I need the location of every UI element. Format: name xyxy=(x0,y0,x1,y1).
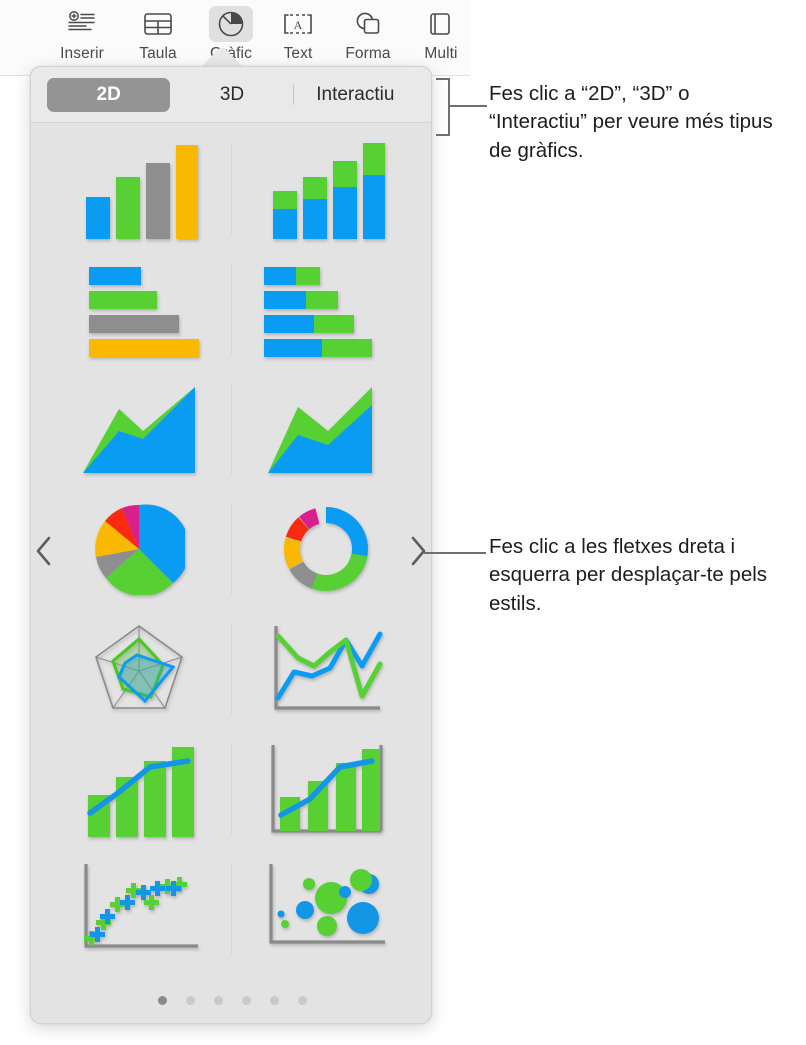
chart-option-line-chart[interactable] xyxy=(232,609,419,729)
next-styles-arrow[interactable] xyxy=(400,528,436,574)
toolbar-item-media[interactable]: Multi xyxy=(405,4,477,74)
callout-arrows-text: Fes clic a les fletxes dreta i esquerra … xyxy=(489,535,768,615)
tab-2d[interactable]: 2D xyxy=(47,77,171,112)
dual-axis-chart-thumb xyxy=(270,745,383,833)
chart-option-column-chart[interactable] xyxy=(45,129,232,249)
tab-3d-label: 3D xyxy=(219,83,245,105)
media-icon xyxy=(419,6,463,42)
chart-option-dual-axis-chart[interactable] xyxy=(232,729,419,849)
tab-interactive-label: Interactiu xyxy=(316,83,395,105)
toolbar-item-label: Inserir xyxy=(60,45,104,62)
toolbar-item-label: Multi xyxy=(424,45,458,62)
chart-grid-row xyxy=(45,609,419,729)
toolbar-item-chart[interactable]: Gràfic xyxy=(195,4,267,74)
chart-option-bubble-chart[interactable] xyxy=(232,849,419,969)
chart-option-combo-chart[interactable] xyxy=(45,729,232,849)
page-dot[interactable] xyxy=(241,996,251,1005)
combo-chart-thumb xyxy=(86,747,194,837)
chart-grid-row xyxy=(45,729,419,849)
page-dot[interactable] xyxy=(157,996,167,1005)
tab-2d-label: 2D xyxy=(96,83,121,105)
chart-option-scatter-chart[interactable] xyxy=(45,849,232,969)
chevron-right-icon xyxy=(411,536,426,566)
stacked-bar-chart-thumb xyxy=(263,267,372,357)
tab-interactive[interactable]: Interactiu xyxy=(292,78,417,112)
callout-tabs-text: Fes clic a “2D”, “3D” o “Interactiu” per… xyxy=(489,82,773,162)
chart-option-stacked-column-chart[interactable] xyxy=(232,129,419,249)
chart-grid-row xyxy=(45,369,419,489)
chart-category-tabs: 2D 3D Interactiu xyxy=(31,67,431,123)
toolbar-item-insert[interactable]: Inserir xyxy=(46,4,118,74)
text-box-icon: A xyxy=(276,6,320,42)
toolbar-item-shape[interactable]: Forma xyxy=(332,4,404,74)
page-dot[interactable] xyxy=(269,996,279,1005)
column-chart-thumb xyxy=(85,145,198,239)
stacked-column-chart-thumb xyxy=(272,143,385,239)
area-chart-thumb xyxy=(82,387,195,473)
tab-divider xyxy=(292,84,294,105)
chart-option-pie-chart[interactable] xyxy=(45,489,232,609)
svg-text:A: A xyxy=(294,18,303,32)
chart-style-popover: 2D 3D Interactiu xyxy=(30,66,432,1024)
page-indicator-dots[interactable] xyxy=(31,996,431,1005)
chart-pie-icon xyxy=(209,6,253,42)
line-chart-thumb xyxy=(273,626,382,710)
toolbar-item-label: Forma xyxy=(345,45,391,62)
callout-leader-line xyxy=(424,552,486,554)
chart-option-donut-chart[interactable] xyxy=(232,489,419,609)
stacked-area-chart-thumb xyxy=(267,387,372,473)
chart-style-grid xyxy=(31,123,431,1023)
insert-icon xyxy=(60,6,104,42)
screenshot-root: Inserir Taula Gràfic A Text Forma Multi … xyxy=(0,0,806,1045)
chart-option-stacked-bar-chart[interactable] xyxy=(232,249,419,369)
page-dot[interactable] xyxy=(185,996,195,1005)
toolbar-item-table[interactable]: Taula xyxy=(122,4,194,74)
toolbar-item-text[interactable]: A Text xyxy=(262,4,334,74)
chart-grid-row xyxy=(45,129,419,249)
chart-option-radar-chart[interactable] xyxy=(45,609,232,729)
table-icon xyxy=(136,6,180,42)
app-toolbar: Inserir Taula Gràfic A Text Forma Multi xyxy=(0,0,470,76)
chart-grid-row xyxy=(45,849,419,969)
toolbar-item-label: Text xyxy=(283,45,313,62)
toolbar-item-label: Taula xyxy=(139,45,177,62)
previous-styles-arrow[interactable] xyxy=(26,528,62,574)
bubble-chart-thumb xyxy=(268,864,385,944)
chart-grid-row xyxy=(45,249,419,369)
pie-chart-thumb xyxy=(94,504,185,595)
chart-grid-row xyxy=(45,489,419,609)
chart-option-bar-chart[interactable] xyxy=(45,249,232,369)
page-dot[interactable] xyxy=(213,996,223,1005)
chart-option-area-chart[interactable] xyxy=(45,369,232,489)
chart-option-stacked-area-chart[interactable] xyxy=(232,369,419,489)
shape-icon xyxy=(346,6,390,42)
tab-3d[interactable]: 3D xyxy=(170,78,293,112)
callout-bracket xyxy=(436,78,450,136)
donut-chart-thumb xyxy=(283,507,368,591)
bar-chart-thumb xyxy=(88,267,199,357)
chevron-left-icon xyxy=(36,536,51,566)
toolbar-item-label: Gràfic xyxy=(210,45,252,62)
scatter-chart-thumb xyxy=(83,864,198,948)
radar-chart-thumb xyxy=(94,625,183,709)
callout-leader-line xyxy=(449,105,487,107)
page-dot[interactable] xyxy=(297,996,307,1005)
